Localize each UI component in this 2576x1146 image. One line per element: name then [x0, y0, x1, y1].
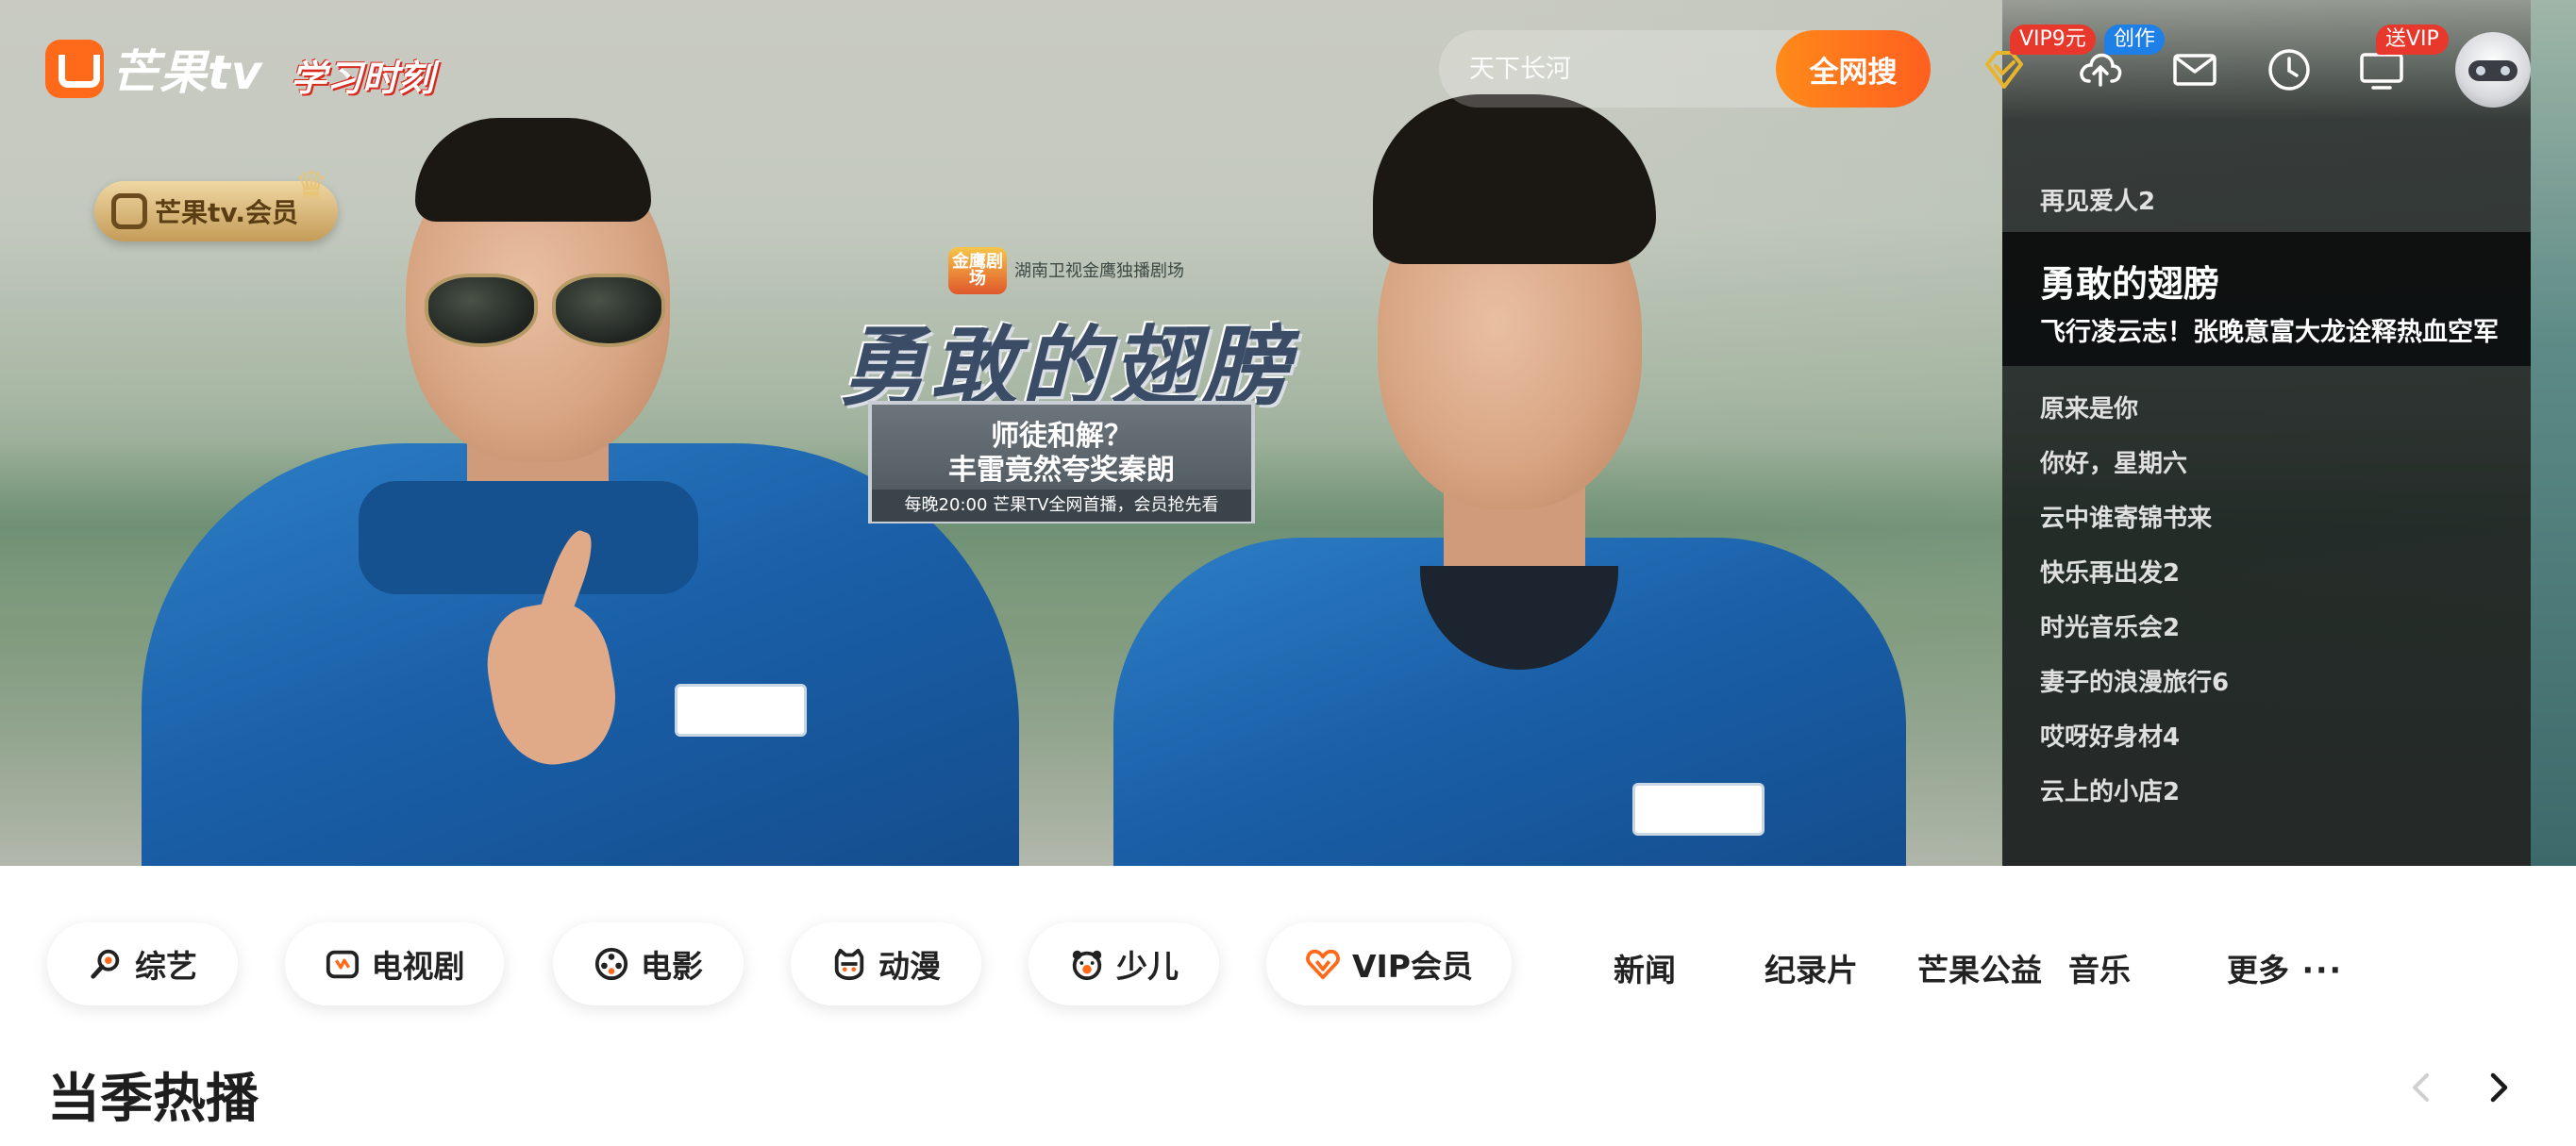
- nav-chip-anime[interactable]: 动漫: [791, 922, 981, 1005]
- hero-channel: 湖南卫视金鹰独播剧场: [1014, 261, 1184, 281]
- chevron-right-icon: [2490, 1072, 2508, 1103]
- nav-chip-label: 电影: [641, 948, 703, 985]
- hero-playlist: 再见爱人2 勇敢的翅膀 飞行凌云志！张晚意富大龙诠释热血空军 原来是你 你好，星…: [2002, 0, 2531, 866]
- nav-more-label: 更多: [2227, 952, 2289, 988]
- nav-chip-label: 少儿: [1116, 948, 1179, 985]
- jinying-theater-logo: 金鹰剧场: [948, 247, 1007, 294]
- nav-chip-tv-drama[interactable]: 电视剧: [285, 922, 504, 1005]
- crown-icon: ♛: [294, 164, 328, 208]
- member-logo-icon: [111, 193, 147, 229]
- mail-icon[interactable]: [2170, 45, 2219, 94]
- nav-link-music[interactable]: 音乐: [2068, 945, 2131, 990]
- hero-tagline-box: 师徒和解？ 丰雷竟然夸奖秦朗 每晚20:00 芒果TV全网首播，会员抢先看: [868, 401, 1255, 523]
- nav-more[interactable]: 更多 ···: [2227, 945, 2343, 990]
- film-reel-icon: [594, 947, 628, 981]
- playlist-item[interactable]: 快乐再出发2: [2040, 554, 2180, 589]
- playlist-item[interactable]: 原来是你: [2040, 390, 2138, 424]
- nav-chip-label: 电视剧: [371, 948, 465, 985]
- nav-link-charity[interactable]: 芒果公益: [1917, 945, 2042, 990]
- gift-vip-badge: 送VIP: [2376, 25, 2449, 55]
- vip-heart-icon: [1306, 949, 1340, 980]
- playlist-item[interactable]: 妻子的浪漫旅行6: [2040, 663, 2229, 698]
- nav-chip-kids[interactable]: 少儿: [1029, 922, 1219, 1005]
- playlist-active-subtitle: 飞行凌云志！张晚意富大龙诠释热血空军: [2040, 318, 2499, 347]
- playlist-item[interactable]: 你好，星期六: [2040, 444, 2187, 479]
- more-dots-icon: ···: [2289, 952, 2344, 988]
- mango-logo-icon: [45, 40, 104, 98]
- variety-icon: [91, 949, 120, 979]
- playlist-item[interactable]: 云上的小店2: [2040, 772, 2180, 807]
- playlist-active-title: 勇敢的翅膀: [2040, 263, 2220, 305]
- hero-tagline-2: 丰雷竟然夸奖秦朗: [948, 454, 1175, 487]
- user-avatar[interactable]: [2455, 32, 2531, 108]
- logo-slogan[interactable]: 学习时刻: [291, 49, 434, 101]
- playlist-item[interactable]: 哎呀好身材4: [2040, 718, 2180, 753]
- nav-link-documentary[interactable]: 纪录片: [1765, 945, 1858, 990]
- nav-chip-label: VIP会员: [1351, 948, 1473, 985]
- hero-schedule: 每晚20:00 芒果TV全网首播，会员抢先看: [872, 490, 1251, 522]
- carousel-next-button[interactable]: [2474, 1064, 2521, 1111]
- nav-chip-movie[interactable]: 电影: [553, 922, 744, 1005]
- kids-bear-icon: [1072, 950, 1102, 981]
- playlist-item[interactable]: 时光音乐会2: [2040, 608, 2180, 643]
- playlist-item[interactable]: 再见爱人2: [2040, 182, 2155, 217]
- search-input[interactable]: [1467, 49, 1750, 89]
- member-badge-label: 芒果tv.会员: [155, 197, 298, 228]
- nav-chip-label: 动漫: [878, 948, 941, 985]
- carousel-prev-button[interactable]: [2399, 1064, 2446, 1111]
- tv-drama-icon: [326, 950, 359, 979]
- nav-chip-vip[interactable]: VIP会员: [1266, 922, 1512, 1005]
- creator-badge: 创作: [2104, 25, 2166, 55]
- playlist-item-active[interactable]: 勇敢的翅膀 飞行凌云志！张晚意富大龙诠释热血空军: [2002, 232, 2531, 366]
- nav-chip-variety[interactable]: 综艺: [47, 922, 238, 1005]
- chevron-left-icon: [2413, 1073, 2429, 1102]
- playlist-item[interactable]: 云中谁寄锦书来: [2040, 499, 2212, 534]
- mgtv-logo[interactable]: 芒果tv: [45, 36, 263, 102]
- section-title: 当季热播: [47, 1069, 259, 1130]
- anime-icon: [834, 948, 864, 981]
- next-banner-peek[interactable]: [2531, 0, 2576, 866]
- search-button[interactable]: 全网搜: [1776, 30, 1931, 108]
- nav-link-news[interactable]: 新闻: [1614, 945, 1676, 990]
- logo-wordmark: 芒果tv: [111, 45, 263, 100]
- nav-chip-label: 综艺: [135, 948, 197, 985]
- history-clock-icon[interactable]: [2265, 45, 2314, 94]
